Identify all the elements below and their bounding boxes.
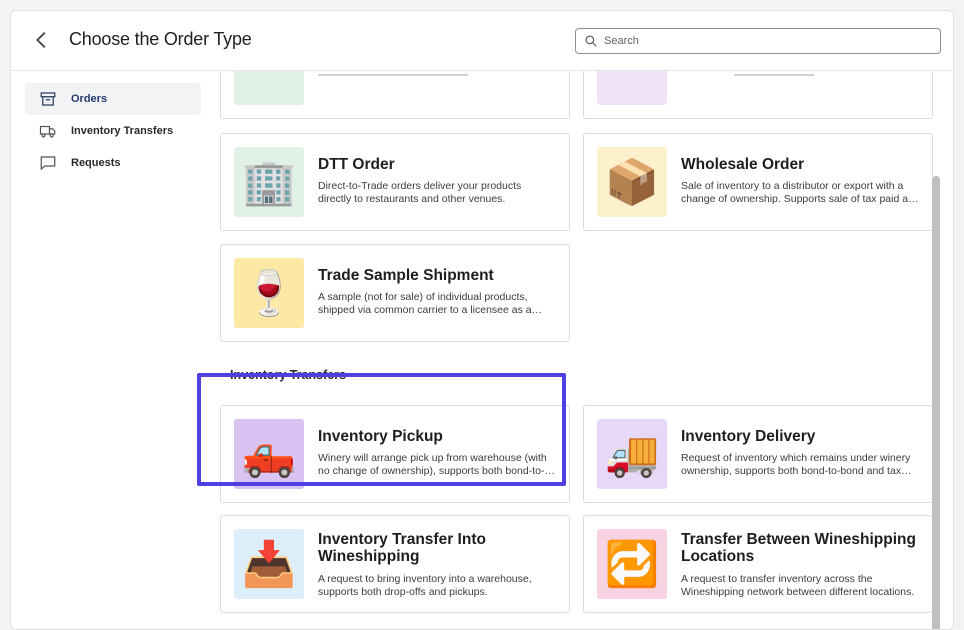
chat-bubble-icon xyxy=(39,154,57,172)
sidebar-item-orders[interactable]: Orders xyxy=(25,83,201,115)
archive-box-icon xyxy=(39,90,57,108)
order-type-card-wholesale-order[interactable]: 📦 Wholesale Order Sale of inventory to a… xyxy=(583,133,933,231)
truncated-text-line xyxy=(734,74,814,76)
order-type-card-dtt-order[interactable]: 🏢 DTT Order Direct-to-Trade orders deliv… xyxy=(220,133,570,231)
card-description: A request to transfer inventory across t… xyxy=(681,573,915,598)
section-title-inventory-transfers: Inventory Transfers xyxy=(230,368,347,382)
order-type-card-partial[interactable] xyxy=(583,71,933,119)
card-thumbnail xyxy=(597,71,667,105)
order-type-card-inventory-transfer-into-wineshipping[interactable]: 📥 Inventory Transfer Into Wineshipping A… xyxy=(220,515,570,613)
sidebar-item-inventory-transfers[interactable]: Inventory Transfers xyxy=(25,115,201,147)
inbox-tray-icon: 📥 xyxy=(234,529,304,599)
back-button[interactable] xyxy=(31,29,53,51)
office-building-icon: 🏢 xyxy=(234,147,304,217)
truncated-text-line xyxy=(318,74,468,76)
truck-icon xyxy=(39,122,57,140)
card-title: Transfer Between Wineshipping Locations xyxy=(681,531,916,565)
dialog-header: Choose the Order Type xyxy=(11,11,953,71)
order-type-card-partial[interactable] xyxy=(220,71,570,119)
chevron-left-icon xyxy=(36,32,46,48)
card-description: A sample (not for sale) of individual pr… xyxy=(318,291,532,316)
scrollbar-thumb[interactable] xyxy=(932,176,940,629)
sidebar: Orders Inventory Transfers Requests xyxy=(25,83,201,179)
sidebar-item-requests[interactable]: Requests xyxy=(25,147,201,179)
page-title: Choose the Order Type xyxy=(69,29,252,49)
order-type-dialog: Choose the Order Type Orders Inventory T… xyxy=(10,10,954,630)
card-title: Inventory Pickup xyxy=(318,428,443,445)
pickup-truck-icon: 🛻 xyxy=(234,419,304,489)
order-type-card-trade-sample-shipment[interactable]: 🍷 Trade Sample Shipment A sample (not fo… xyxy=(220,244,570,342)
card-title: Trade Sample Shipment xyxy=(318,267,494,284)
search-input[interactable] xyxy=(604,35,924,47)
sidebar-item-label: Orders xyxy=(71,93,108,105)
wine-glass-icon: 🍷 xyxy=(234,258,304,328)
card-title: Inventory Transfer Into Wineshipping xyxy=(318,531,486,565)
search-box[interactable] xyxy=(575,28,941,54)
card-description: Winery will arrange pick up from warehou… xyxy=(318,452,547,477)
card-description: Sale of inventory to a distributor or ex… xyxy=(681,180,920,205)
sidebar-item-label: Inventory Transfers xyxy=(71,125,174,137)
boxes-icon: 📦 xyxy=(597,147,667,217)
repeat-arrows-icon: 🔁 xyxy=(597,529,667,599)
card-title: Wholesale Order xyxy=(681,156,805,173)
card-description: A request to bring inventory into a ware… xyxy=(318,573,532,598)
search-icon xyxy=(585,35,597,47)
card-description: Direct-to-Trade orders deliver your prod… xyxy=(318,180,522,205)
order-type-card-inventory-pickup[interactable]: 🛻 Inventory Pickup Winery will arrange p… xyxy=(220,405,570,503)
delivery-truck-icon: 🚚 xyxy=(597,419,667,489)
card-description: Request of inventory which remains under… xyxy=(681,452,911,477)
order-type-list: 🏢 DTT Order Direct-to-Trade orders deliv… xyxy=(219,71,937,629)
order-type-card-inventory-delivery[interactable]: 🚚 Inventory Delivery Request of inventor… xyxy=(583,405,933,503)
sidebar-item-label: Requests xyxy=(71,157,121,169)
card-thumbnail xyxy=(234,71,304,105)
card-title: Inventory Delivery xyxy=(681,428,816,445)
card-title: DTT Order xyxy=(318,156,395,173)
order-type-card-transfer-between-locations[interactable]: 🔁 Transfer Between Wineshipping Location… xyxy=(583,515,933,613)
